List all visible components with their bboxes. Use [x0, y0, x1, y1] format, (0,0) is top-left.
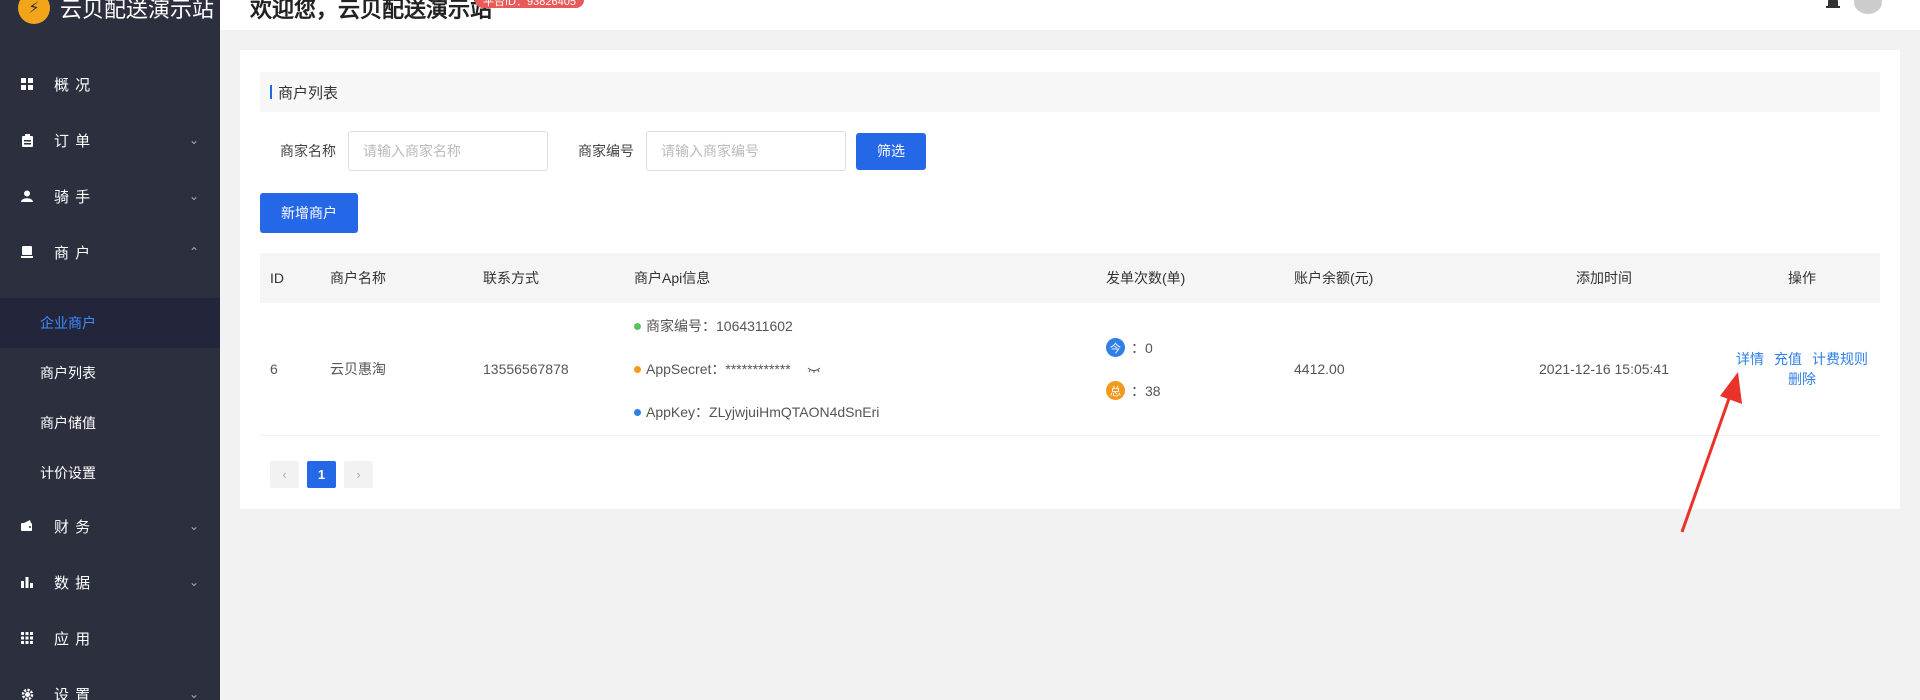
merchant-submenu: 企业商户 商户列表 商户储值 计价设置: [0, 280, 220, 498]
api-merchant-code: 商家编号：1064311602: [634, 305, 1096, 348]
merchant-code-input[interactable]: [646, 131, 846, 171]
column-header-contact: 联系方式: [483, 270, 539, 286]
cell-name: 云贝惠淘: [330, 361, 386, 377]
sidebar: ⚡ 云贝配送演示站 概 况 订 单 ⌄ 骑 手 ⌄ 商 户 ⌃ 企业商户 商户列…: [0, 0, 220, 700]
cell-added-time: 2021-12-16 15:05:41: [1539, 361, 1669, 377]
sidebar-item-apps[interactable]: 应 用: [0, 610, 220, 666]
merchant-code-label: 商家编号: [578, 143, 634, 159]
app-key-text: AppKey：ZLyjwjuiHmQTAON4dSnEri: [646, 404, 880, 420]
sidebar-item-merchants[interactable]: 商 户 ⌃: [0, 224, 220, 280]
sidebar-item-label: 商 户: [54, 244, 92, 262]
welcome-text: 欢迎您，云贝配送演示站: [250, 0, 493, 22]
sidebar-item-orders[interactable]: 订 单 ⌄: [0, 112, 220, 168]
column-header-balance: 账户余额(元): [1294, 270, 1374, 286]
green-dot-icon: [634, 322, 641, 330]
sidebar-subitem-merchant-list[interactable]: 商户列表: [0, 348, 220, 398]
cell-contact: 13556567878: [483, 361, 569, 377]
orange-dot-icon: [634, 365, 641, 373]
sidebar-item-label: 设 置: [54, 686, 92, 700]
chevron-down-icon: ⌄: [188, 133, 200, 147]
top-header: 欢迎您，云贝配送演示站 平台ID：93826405: [220, 0, 1920, 30]
cell-api-info: 商家编号：1064311602 AppSecret：************ A…: [624, 305, 1096, 434]
app-secret-text: AppSecret：************: [646, 361, 791, 377]
chevron-down-icon: ⌄: [188, 519, 200, 533]
platform-id-badge: 平台ID：93826405: [475, 0, 584, 8]
merchant-table: ID 商户名称 联系方式 商户Api信息 发单次数(单) 账户余额(元) 添加时…: [260, 253, 1880, 436]
count-today: 今 ：0: [1106, 326, 1284, 369]
blue-dot-icon: [634, 408, 641, 416]
api-app-key: AppKey：ZLyjwjuiHmQTAON4dSnEri: [634, 391, 1096, 434]
merchant-code-text: 商家编号：1064311602: [646, 318, 793, 334]
column-header-id: ID: [270, 270, 284, 286]
details-link[interactable]: 详情: [1736, 351, 1764, 367]
filter-button[interactable]: 筛选: [856, 132, 926, 170]
shop-icon: [20, 245, 34, 259]
chevron-down-icon: ⌄: [188, 687, 200, 700]
prev-page-button[interactable]: ‹: [270, 461, 299, 488]
sidebar-item-label: 财 务: [54, 518, 92, 536]
sidebar-item-label: 订 单: [54, 132, 92, 150]
sidebar-item-label: 应 用: [54, 630, 92, 648]
count-total: 总 ：38: [1106, 369, 1284, 412]
panel-title: 商户列表: [260, 72, 1880, 112]
sidebar-item-overview[interactable]: 概 况: [0, 56, 220, 112]
table-header: ID 商户名称 联系方式 商户Api信息 发单次数(单) 账户余额(元) 添加时…: [260, 253, 1880, 303]
title-accent-bar: [270, 85, 272, 99]
cell-actions: 详情 充值 计费规则删除: [1724, 349, 1880, 389]
today-icon: 今: [1106, 338, 1125, 357]
table-row: 6 云贝惠淘 13556567878 商家编号：1064311602 AppSe…: [260, 303, 1880, 436]
count-total-value: ：38: [1131, 382, 1161, 399]
sidebar-item-label: 数 据: [54, 574, 92, 592]
sidebar-menu: 概 况 订 单 ⌄ 骑 手 ⌄ 商 户 ⌃ 企业商户 商户列表 商户储值 计价设…: [0, 56, 220, 700]
column-header-api: 商户Api信息: [634, 270, 711, 286]
brand: ⚡ 云贝配送演示站: [0, 0, 220, 24]
grid-icon: [20, 631, 34, 645]
brand-name: 云贝配送演示站: [60, 0, 215, 22]
bar-chart-icon: [20, 575, 34, 589]
recharge-link[interactable]: 充值: [1774, 351, 1802, 367]
merchant-list-panel: 商户列表 商家名称 商家编号 筛选 新增商户 ID 商户名称 联系方式 商户Ap…: [240, 50, 1900, 509]
filter-bar: 商家名称 商家编号 筛选: [260, 131, 926, 171]
panel-title-text: 商户列表: [278, 84, 339, 102]
column-header-name: 商户名称: [330, 270, 386, 286]
eye-closed-icon[interactable]: [807, 362, 821, 376]
merchant-name-input[interactable]: [348, 131, 548, 171]
brand-logo-icon: ⚡: [18, 0, 50, 24]
cell-balance: 4412.00: [1294, 361, 1345, 377]
api-app-secret: AppSecret：************: [634, 348, 1096, 391]
add-merchant-button[interactable]: 新增商户: [260, 193, 358, 233]
sidebar-item-settings[interactable]: 设 置 ⌄: [0, 666, 220, 700]
gear-icon: [20, 687, 34, 700]
chevron-down-icon: ⌄: [188, 575, 200, 589]
sidebar-subitem-pricing-settings[interactable]: 计价设置: [0, 448, 220, 498]
chevron-down-icon: ⌄: [188, 189, 200, 203]
sidebar-subitem-merchant-deposit[interactable]: 商户储值: [0, 398, 220, 448]
sidebar-item-label: 概 况: [54, 76, 92, 94]
avatar[interactable]: [1854, 0, 1882, 14]
sidebar-item-label: 骑 手: [54, 188, 92, 206]
user-icon: [20, 189, 34, 203]
pagination: ‹ 1 ›: [270, 461, 373, 488]
page-button-current[interactable]: 1: [307, 461, 336, 488]
column-header-added-time: 添加时间: [1576, 270, 1632, 286]
next-page-button[interactable]: ›: [344, 461, 373, 488]
sidebar-item-finance[interactable]: 财 务 ⌄: [0, 498, 220, 554]
cell-id: 6: [270, 361, 278, 377]
delete-link[interactable]: 删除: [1788, 371, 1816, 387]
sidebar-subitem-enterprise-merchants[interactable]: 企业商户: [0, 298, 220, 348]
chevron-up-icon: ⌃: [188, 245, 200, 259]
count-today-value: ：0: [1131, 339, 1153, 356]
bell-icon[interactable]: [1826, 0, 1840, 8]
cell-order-count: 今 ：0 总 ：38: [1096, 326, 1284, 412]
column-header-order-count: 发单次数(单): [1106, 270, 1186, 286]
merchant-name-label: 商家名称: [280, 143, 336, 159]
total-icon: 总: [1106, 381, 1125, 400]
wallet-icon: [20, 519, 34, 533]
column-header-actions: 操作: [1788, 270, 1816, 286]
clipboard-icon: [20, 133, 34, 147]
sidebar-item-data[interactable]: 数 据 ⌄: [0, 554, 220, 610]
dashboard-icon: [20, 77, 34, 91]
sidebar-item-riders[interactable]: 骑 手 ⌄: [0, 168, 220, 224]
billing-rules-link[interactable]: 计费规则: [1812, 351, 1868, 367]
